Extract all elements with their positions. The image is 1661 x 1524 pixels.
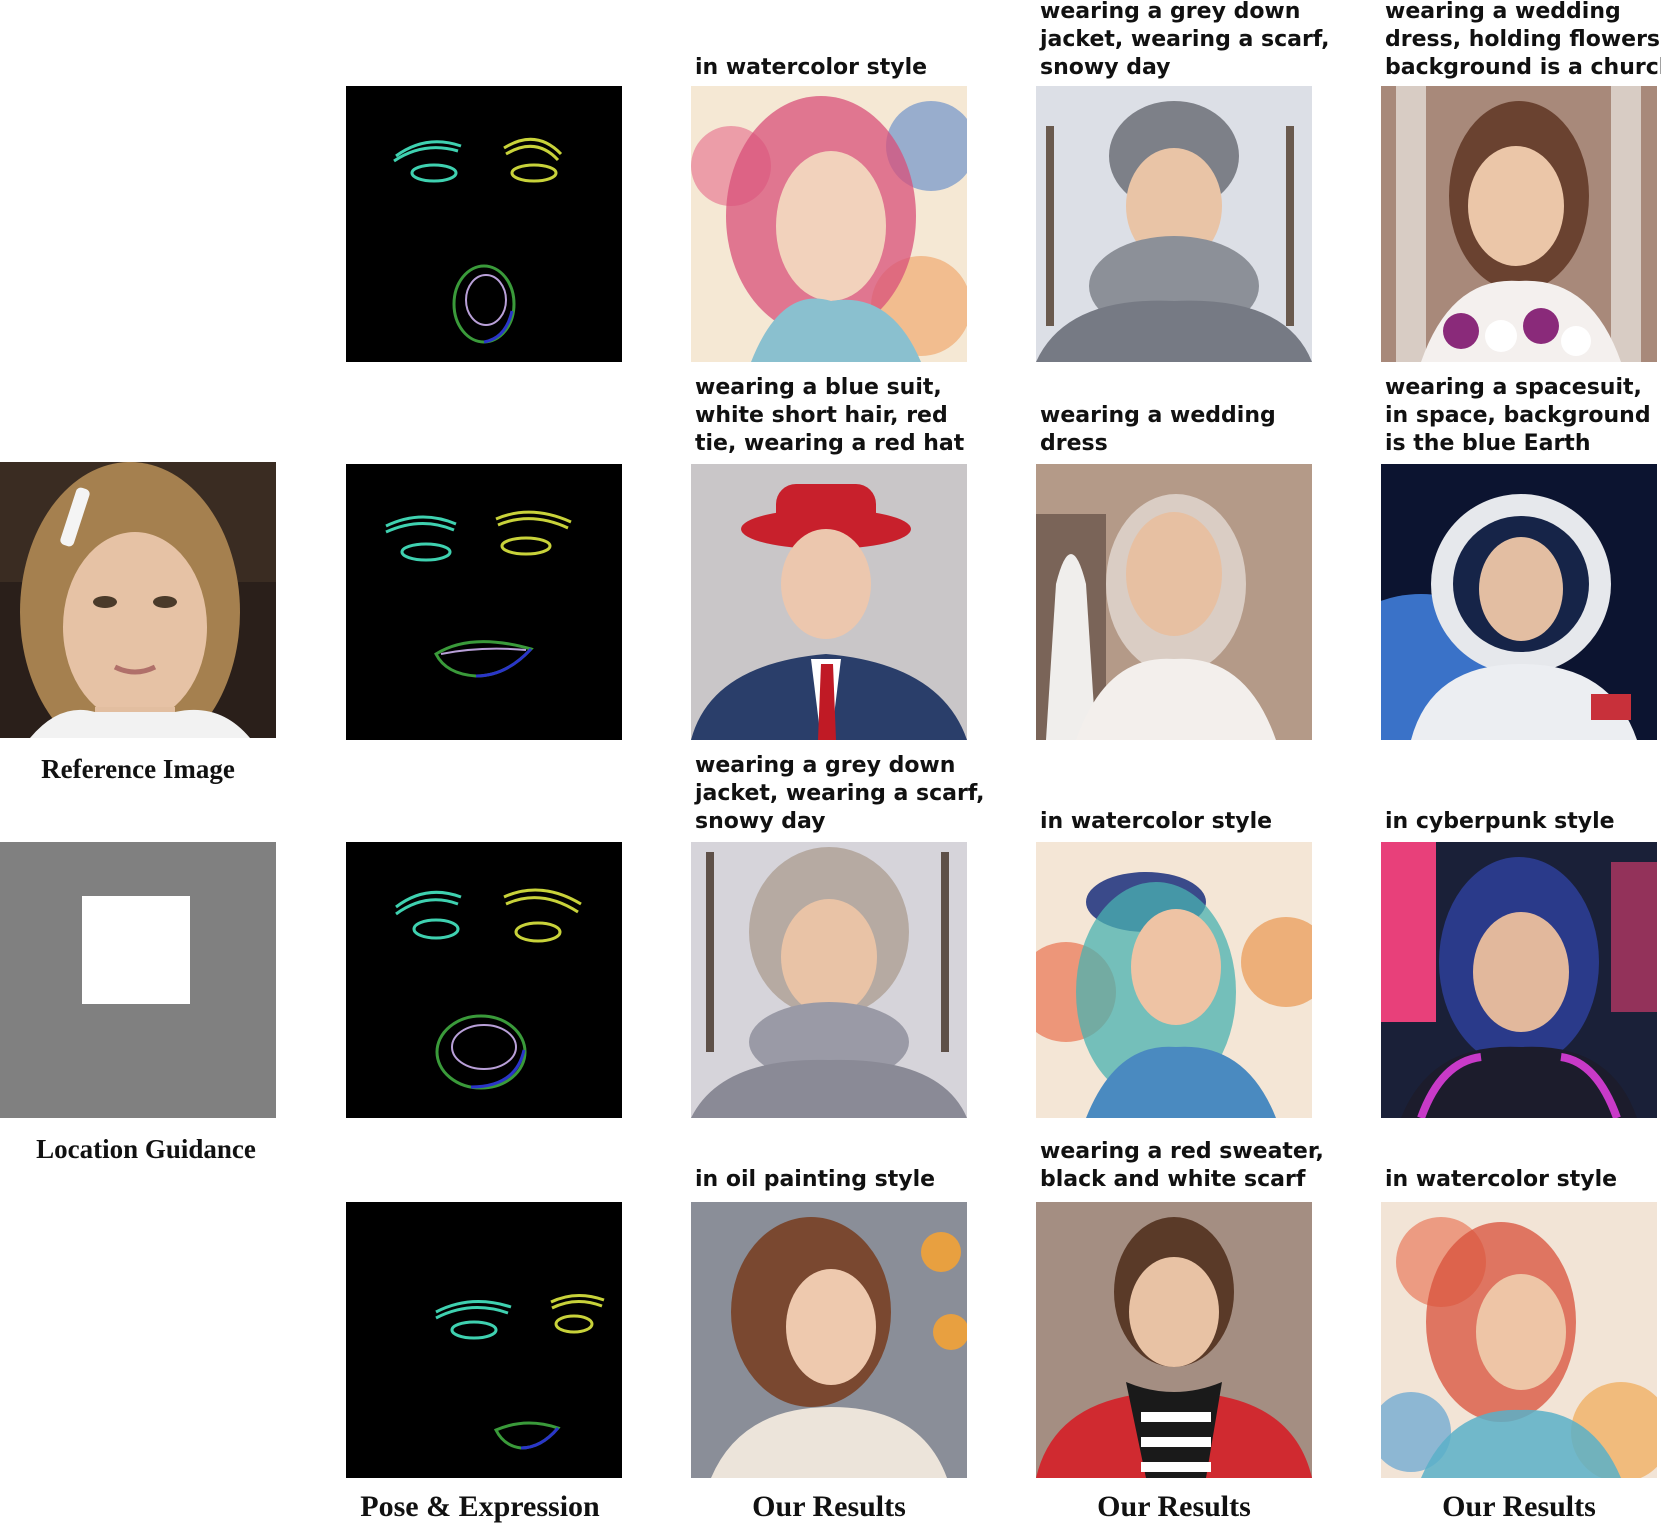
result-r2-c3-spacesuit bbox=[1381, 464, 1657, 740]
prompt-r1-c1: in watercolor style bbox=[695, 55, 928, 80]
pose-map-1 bbox=[346, 86, 622, 362]
prompt-r1-c3: wearing a wedding dress, holding flowers… bbox=[1385, 0, 1661, 80]
prompt-r3-c3: in cyberpunk style bbox=[1385, 809, 1615, 834]
result-r4-c3-watercolor bbox=[1381, 1202, 1657, 1478]
our-results-label-1: Our Results bbox=[752, 1490, 906, 1523]
pose-expression-label: Pose & Expression bbox=[360, 1490, 600, 1523]
location-guidance-label: Location Guidance bbox=[36, 1134, 256, 1164]
pose-map-4 bbox=[346, 1202, 622, 1478]
result-r3-c3-cyberpunk bbox=[1381, 842, 1657, 1118]
result-r2-c2-wedding-dress bbox=[1036, 464, 1312, 740]
result-r3-c2-watercolor bbox=[1036, 842, 1312, 1118]
result-r1-c1-watercolor bbox=[691, 86, 967, 362]
our-results-label-3: Our Results bbox=[1442, 1490, 1596, 1523]
result-r4-c1-oil-painting bbox=[691, 1202, 967, 1478]
pose-map-2 bbox=[346, 464, 622, 740]
result-r3-c1-snowy bbox=[691, 842, 967, 1118]
prompt-r2-c3: wearing a spacesuit, in space, backgroun… bbox=[1385, 375, 1651, 456]
prompt-r3-c1: wearing a grey down jacket, wearing a sc… bbox=[695, 753, 985, 834]
our-results-label-2: Our Results bbox=[1097, 1490, 1251, 1523]
prompt-r1-c2: wearing a grey down jacket, wearing a sc… bbox=[1040, 0, 1330, 80]
reference-image bbox=[0, 462, 276, 738]
prompt-r4-c2: wearing a red sweater, black and white s… bbox=[1040, 1139, 1324, 1192]
prompt-r2-c1: wearing a blue suit, white short hair, r… bbox=[695, 375, 965, 456]
result-r1-c2-snowy bbox=[1036, 86, 1312, 362]
result-r4-c2-red-sweater bbox=[1036, 1202, 1312, 1478]
prompt-r2-c2: wearing a wedding dress bbox=[1040, 403, 1276, 456]
pose-map-3 bbox=[346, 842, 622, 1118]
prompt-r3-c2: in watercolor style bbox=[1040, 809, 1273, 834]
result-r1-c3-wedding-church bbox=[1381, 86, 1657, 362]
prompt-r4-c3: in watercolor style bbox=[1385, 1167, 1618, 1192]
location-guidance-image bbox=[0, 842, 276, 1118]
result-r2-c1-suit bbox=[691, 464, 967, 740]
reference-image-label: Reference Image bbox=[41, 754, 235, 784]
prompt-r4-c1: in oil painting style bbox=[695, 1167, 936, 1192]
